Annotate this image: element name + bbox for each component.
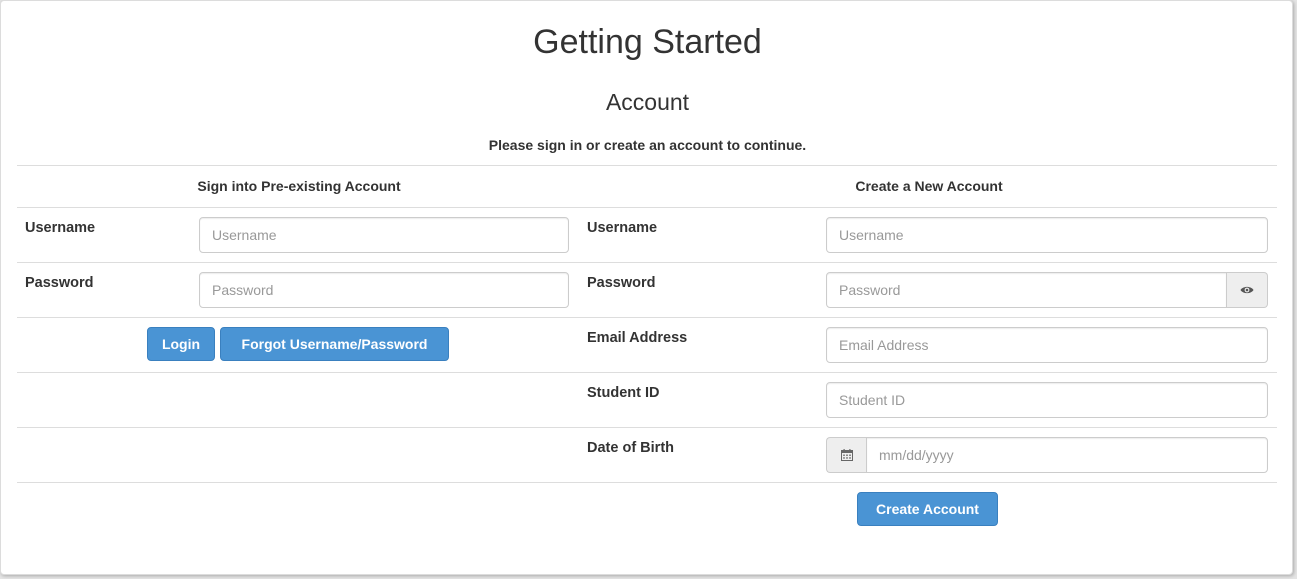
dob-label: Date of Birth <box>587 440 674 456</box>
signin-password-label: Password <box>25 275 94 291</box>
divider <box>17 262 1277 263</box>
instruction-text: Please sign in or create an account to c… <box>488 137 807 153</box>
divider <box>17 427 1277 428</box>
show-password-toggle[interactable] <box>1227 272 1268 308</box>
signin-username-input[interactable] <box>199 217 569 253</box>
dob-input[interactable] <box>866 437 1268 473</box>
divider <box>17 317 1277 318</box>
date-picker-button[interactable] <box>826 437 866 473</box>
email-label: Email Address <box>587 330 688 346</box>
create-account-button[interactable]: Create Account <box>857 492 998 526</box>
divider <box>17 372 1277 373</box>
signin-heading: Sign into Pre-existing Account <box>197 178 401 194</box>
divider <box>17 482 1277 483</box>
calendar-icon <box>840 449 853 461</box>
email-input[interactable] <box>826 327 1268 363</box>
divider <box>17 207 1277 208</box>
eye-icon <box>1240 286 1254 294</box>
signin-password-input[interactable] <box>199 272 569 308</box>
create-username-input[interactable] <box>826 217 1268 253</box>
signin-username-label: Username <box>25 220 96 236</box>
divider <box>17 165 1277 166</box>
create-password-label: Password <box>587 275 656 291</box>
create-password-input[interactable] <box>826 272 1227 308</box>
forgot-credentials-button[interactable]: Forgot Username/Password <box>220 327 449 361</box>
create-username-label: Username <box>587 220 658 236</box>
page-title: Getting Started <box>533 23 762 61</box>
page-subtitle: Account <box>605 89 690 115</box>
account-panel: Getting Started Account Please sign in o… <box>0 0 1293 575</box>
login-button[interactable]: Login <box>147 327 215 361</box>
student-id-label: Student ID <box>587 385 660 401</box>
student-id-input[interactable] <box>826 382 1268 418</box>
create-heading: Create a New Account <box>855 178 1003 194</box>
